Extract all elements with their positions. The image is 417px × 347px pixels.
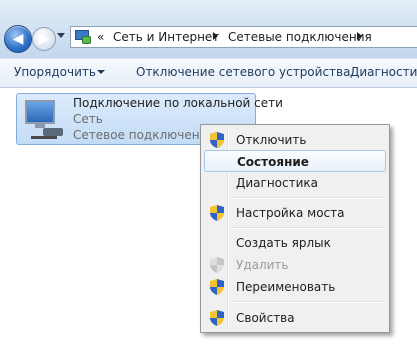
menu-item-disable[interactable]: Отключить bbox=[204, 129, 386, 151]
connection-network: Сеть bbox=[73, 112, 103, 126]
menu-item-rename[interactable]: Переименовать bbox=[204, 276, 386, 298]
address-field[interactable]: « Сеть и Интернет Сетевые подключения bbox=[70, 26, 417, 48]
breadcrumb-chevron-icon[interactable] bbox=[213, 32, 218, 40]
network-connections-icon bbox=[75, 30, 91, 44]
menu-item-bridge[interactable]: Настройка моста bbox=[204, 202, 386, 224]
breadcrumb-chevron-icon[interactable] bbox=[357, 32, 362, 40]
menu-separator bbox=[231, 227, 386, 229]
organize-button[interactable]: Упорядочить bbox=[14, 65, 96, 79]
breadcrumb-network-connections[interactable]: Сетевые подключения bbox=[228, 30, 372, 44]
menu-item-label: Состояние bbox=[237, 155, 309, 169]
uac-shield-icon bbox=[210, 205, 224, 221]
breadcrumb-network-internet[interactable]: Сеть и Интернет bbox=[113, 30, 219, 44]
menu-item-status[interactable]: Состояние bbox=[204, 150, 386, 172]
history-dropdown-icon[interactable] bbox=[57, 33, 65, 38]
uac-shield-icon bbox=[210, 257, 224, 273]
organize-dropdown-icon[interactable] bbox=[97, 70, 105, 74]
address-bar-area: ◀ ▶ « Сеть и Интернет Сетевые подключени… bbox=[0, 0, 417, 58]
menu-item-delete: Удалить bbox=[204, 254, 386, 276]
uac-shield-icon bbox=[210, 310, 224, 326]
network-adapter-icon bbox=[23, 98, 67, 142]
connection-name: Подключение по локальной сети bbox=[73, 96, 283, 110]
menu-item-label: Настройка моста bbox=[236, 206, 345, 220]
command-bar: Упорядочить Отключение сетевого устройст… bbox=[0, 58, 417, 88]
breadcrumb-overflow[interactable]: « bbox=[97, 30, 104, 44]
menu-separator bbox=[231, 197, 386, 199]
menu-item-label: Удалить bbox=[236, 258, 289, 272]
menu-item-label: Диагностика bbox=[236, 176, 319, 190]
menu-item-label: Отключить bbox=[236, 133, 307, 147]
back-button[interactable]: ◀ bbox=[4, 25, 32, 53]
uac-shield-icon bbox=[210, 132, 224, 148]
menu-item-label: Переименовать bbox=[236, 280, 336, 294]
menu-item-properties[interactable]: Свойства bbox=[204, 307, 386, 329]
disable-device-button[interactable]: Отключение сетевого устройства bbox=[136, 65, 350, 79]
menu-item-label: Создать ярлык bbox=[236, 236, 331, 250]
menu-separator bbox=[231, 301, 386, 303]
back-arrow-icon: ◀ bbox=[12, 31, 24, 47]
uac-shield-icon bbox=[210, 279, 224, 295]
menu-item-label: Свойства bbox=[236, 311, 295, 325]
diagnose-button[interactable]: Диагностика bbox=[350, 65, 417, 79]
menu-item-create-shortcut[interactable]: Создать ярлык bbox=[204, 232, 386, 254]
menu-item-diagnose[interactable]: Диагностика bbox=[204, 172, 386, 194]
forward-arrow-icon: ▶ bbox=[38, 31, 50, 47]
context-menu: Отключить Состояние Диагностика Настройк… bbox=[200, 124, 390, 333]
forward-button[interactable]: ▶ bbox=[32, 27, 56, 51]
